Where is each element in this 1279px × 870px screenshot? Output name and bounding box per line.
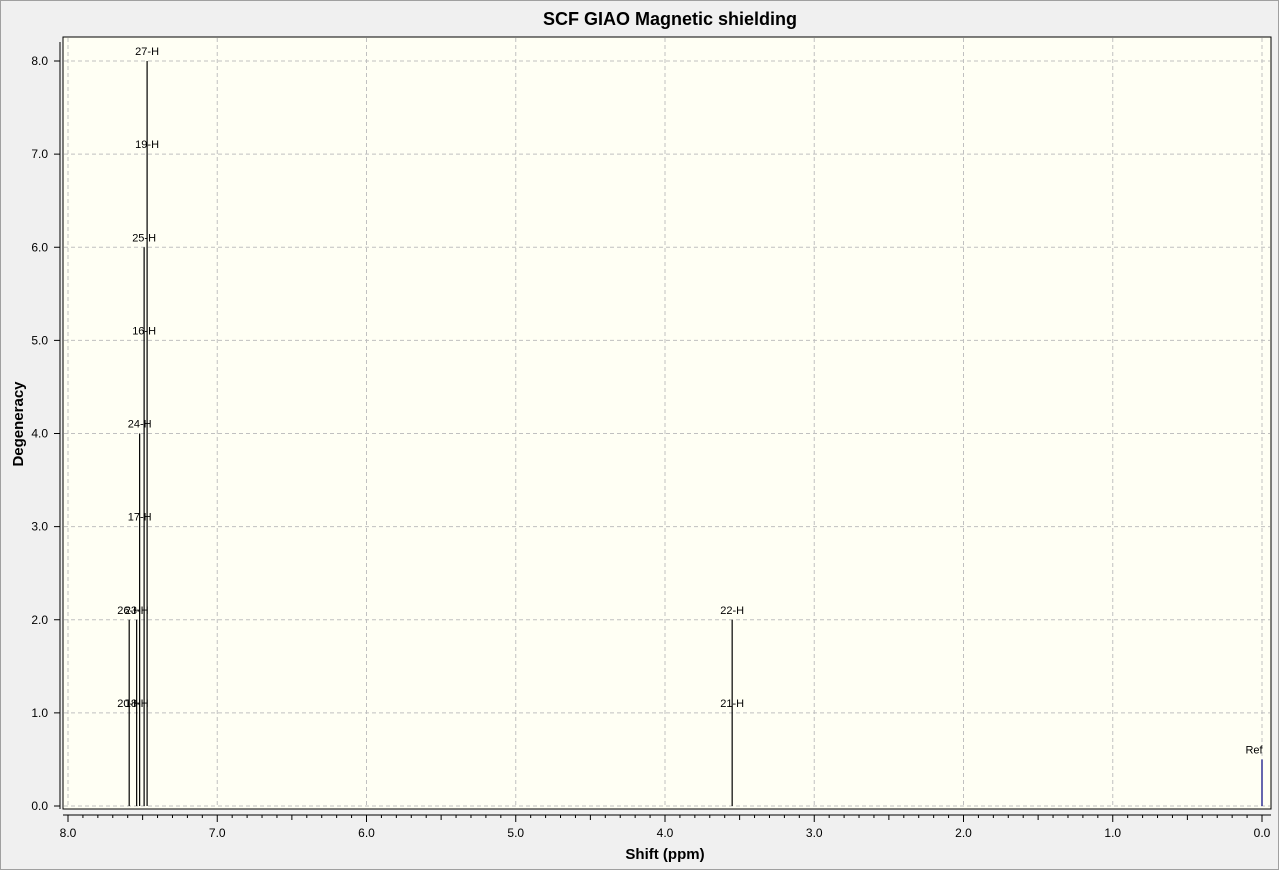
y-tick-label: 1.0	[31, 706, 48, 720]
y-tick-label: 5.0	[31, 333, 48, 347]
x-tick-label: 3.0	[806, 826, 823, 840]
x-tick-label: 0.0	[1254, 826, 1271, 840]
x-tick-label: 7.0	[209, 826, 226, 840]
y-tick-label: 0.0	[31, 799, 48, 813]
y-tick-label: 7.0	[31, 147, 48, 161]
x-axis-label: Shift (ppm)	[625, 846, 704, 863]
x-tick-label: 6.0	[358, 826, 375, 840]
y-axis-label: Degeneracy	[10, 381, 27, 467]
x-tick-label: 1.0	[1104, 826, 1121, 840]
x-tick-label: 8.0	[60, 826, 77, 840]
peak-label: 21-H	[720, 698, 744, 710]
peak-label: 22-H	[720, 605, 744, 617]
chart-title: SCF GIAO Magnetic shielding	[543, 9, 797, 29]
x-tick-label: 4.0	[657, 826, 674, 840]
peak-label: 25-H	[132, 232, 156, 244]
peak-label: 16-H	[132, 325, 156, 337]
peak-label: 24-H	[128, 419, 152, 431]
peak-label: 23-H	[125, 605, 149, 617]
y-tick-label: 6.0	[31, 240, 48, 254]
plot-layer: 0.0 1.0 2.0 3.0 4.0 5.0 6.0 7.0 8.0 8.0 7.0 6.0 5.0 4…	[31, 36, 1272, 840]
plot-area	[62, 36, 1272, 810]
peak-label: 17-H	[128, 512, 152, 524]
x-tick-label: 5.0	[507, 826, 524, 840]
peak-label: 18-H	[125, 698, 149, 710]
nmr-spectrum-chart: SCF GIAO Magnetic shielding Shift (ppm) …	[10, 9, 1272, 863]
x-tick-label: 2.0	[955, 826, 972, 840]
y-tick-label: 8.0	[31, 54, 48, 68]
reference-label: Ref	[1245, 744, 1263, 756]
peak-label: 19-H	[135, 139, 159, 151]
y-tick-label: 2.0	[31, 613, 48, 627]
y-tick-label: 4.0	[31, 427, 48, 441]
y-tick-label: 3.0	[31, 520, 48, 534]
peak-label: 27-H	[135, 46, 159, 58]
